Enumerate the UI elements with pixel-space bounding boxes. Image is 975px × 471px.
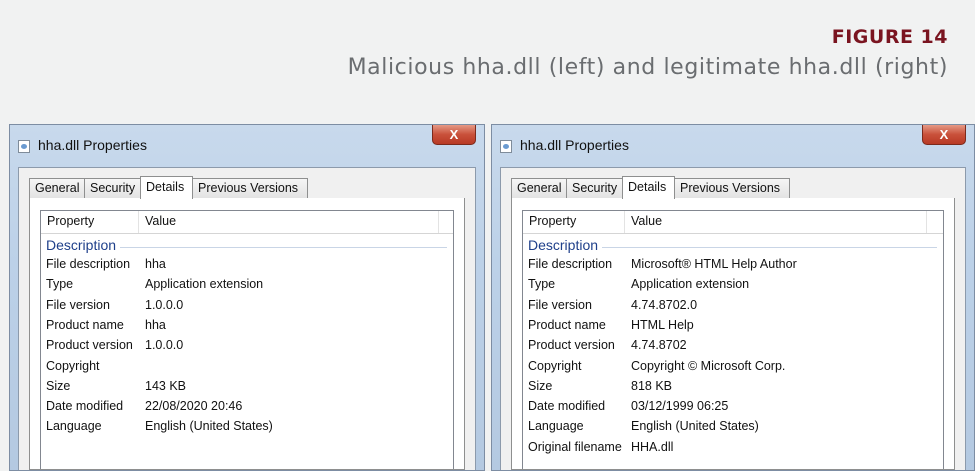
column-divider[interactable] <box>926 211 927 233</box>
property-value: English (United States) <box>145 419 273 434</box>
group-label: Description <box>46 237 121 253</box>
property-name: Size <box>46 378 71 393</box>
tab-security[interactable]: Security <box>566 178 623 198</box>
details-tab-content: Property Value Description File descript… <box>511 198 955 470</box>
tab-previous-versions[interactable]: Previous Versions <box>192 178 308 198</box>
property-name: Size <box>528 378 553 393</box>
property-name: File version <box>46 297 110 312</box>
close-button[interactable]: X <box>922 125 966 145</box>
property-value: 143 KB <box>145 378 187 393</box>
properties-window-left: hha.dll Properties X General Security De… <box>9 124 485 471</box>
column-divider[interactable] <box>624 211 625 233</box>
property-row[interactable]: Size 818 KB <box>523 379 943 399</box>
column-header: Property Value <box>523 211 943 234</box>
property-name: Date modified <box>528 399 606 414</box>
property-value: hha <box>145 257 166 271</box>
window-title: hha.dll Properties <box>38 137 147 153</box>
tab-general[interactable]: General <box>511 178 567 198</box>
group-header-description: Description <box>528 237 937 255</box>
property-value: 4.74.8702 <box>631 338 687 353</box>
property-name: Original filename <box>528 439 622 454</box>
tab-details[interactable]: Details <box>140 176 193 199</box>
property-value: Microsoft® HTML Help Author <box>631 257 797 271</box>
property-value: 1.0.0.0 <box>145 338 184 353</box>
property-name: File description <box>528 257 613 271</box>
property-value: Copyright © Microsoft Corp. <box>631 358 786 373</box>
property-row[interactable]: Type Application extension <box>523 277 943 297</box>
property-name: Type <box>46 277 74 292</box>
property-row[interactable]: Date modified 22/08/2020 20:46 <box>41 399 453 419</box>
property-value: 818 KB <box>631 378 673 393</box>
dialog-panel: General Security Details Previous Versio… <box>18 167 476 470</box>
property-name: Copyright <box>46 358 100 373</box>
property-value: English (United States) <box>631 419 759 434</box>
property-row[interactable]: Date modified 03/12/1999 06:25 <box>523 399 943 419</box>
property-name: Product name <box>46 317 124 332</box>
column-divider[interactable] <box>138 211 139 233</box>
property-name: Copyright <box>528 358 582 373</box>
property-row[interactable]: Product version 1.0.0.0 <box>41 338 453 358</box>
property-value: Application extension <box>145 277 264 292</box>
property-row[interactable]: Copyright Copyright © Microsoft Corp. <box>523 359 943 379</box>
property-value: HHA.dll <box>631 439 674 454</box>
dialog-panel: General Security Details Previous Versio… <box>500 167 966 470</box>
property-row[interactable]: File description hha <box>41 257 453 277</box>
property-name: Language <box>528 419 584 434</box>
group-header-description: Description <box>46 237 447 255</box>
details-tab-content: Property Value Description File descript… <box>29 198 465 470</box>
property-row[interactable]: Type Application extension <box>41 277 453 297</box>
figure-header: FIGURE 14 Malicious hha.dll (left) and l… <box>0 0 975 118</box>
file-properties-icon <box>500 140 512 153</box>
property-value: 4.74.8702.0 <box>631 297 698 312</box>
title-bar[interactable]: hha.dll Properties X <box>492 125 974 167</box>
property-row[interactable]: File description Microsoft® HTML Help Aut… <box>523 257 943 277</box>
property-name: Product version <box>528 338 615 353</box>
property-row[interactable]: Product name hha <box>41 318 453 338</box>
property-row[interactable]: Size 143 KB <box>41 379 453 399</box>
close-button[interactable]: X <box>432 125 476 145</box>
tab-general[interactable]: General <box>29 178 85 198</box>
property-name: Date modified <box>46 399 124 414</box>
column-value[interactable]: Value <box>145 214 176 228</box>
property-row[interactable]: File version 1.0.0.0 <box>41 298 453 318</box>
properties-window-right: hha.dll Properties X General Security De… <box>491 124 975 471</box>
property-name: Language <box>46 419 102 434</box>
property-name: File version <box>528 297 592 312</box>
figure-caption: Malicious hha.dll (left) and legitimate … <box>347 55 948 80</box>
column-header: Property Value <box>41 211 453 234</box>
title-bar[interactable]: hha.dll Properties X <box>10 125 484 167</box>
property-value: 1.0.0.0 <box>145 297 184 312</box>
property-value: 22/08/2020 20:46 <box>145 399 243 414</box>
window-title: hha.dll Properties <box>520 137 629 153</box>
tab-security[interactable]: Security <box>84 178 141 198</box>
property-row[interactable]: File version 4.74.8702.0 <box>523 298 943 318</box>
property-name: File description <box>46 257 131 271</box>
property-row[interactable]: Copyright <box>41 359 453 379</box>
file-properties-icon <box>18 140 30 153</box>
details-list: Property Value Description File descript… <box>522 210 944 469</box>
property-row[interactable]: Product name HTML Help <box>523 318 943 338</box>
tab-previous-versions[interactable]: Previous Versions <box>674 178 790 198</box>
property-value: Application extension <box>631 277 750 292</box>
property-name: Product name <box>528 317 606 332</box>
property-name: Product version <box>46 338 133 353</box>
column-value[interactable]: Value <box>631 214 662 228</box>
property-value: 03/12/1999 06:25 <box>631 399 729 414</box>
details-list: Property Value Description File descript… <box>40 210 454 469</box>
property-row[interactable]: Language English (United States) <box>41 419 453 439</box>
property-name: Type <box>528 277 556 292</box>
property-row[interactable]: Original filename HHA.dll <box>523 440 943 460</box>
column-property[interactable]: Property <box>529 214 576 228</box>
column-property[interactable]: Property <box>47 214 94 228</box>
property-row[interactable]: Product version 4.74.8702 <box>523 338 943 358</box>
property-value: HTML Help <box>631 317 694 332</box>
property-row[interactable]: Language English (United States) <box>523 419 943 439</box>
property-value: hha <box>145 317 166 332</box>
figure-number: FIGURE 14 <box>831 26 948 48</box>
column-divider[interactable] <box>438 211 439 233</box>
group-label: Description <box>528 237 603 253</box>
tab-details[interactable]: Details <box>622 176 675 199</box>
